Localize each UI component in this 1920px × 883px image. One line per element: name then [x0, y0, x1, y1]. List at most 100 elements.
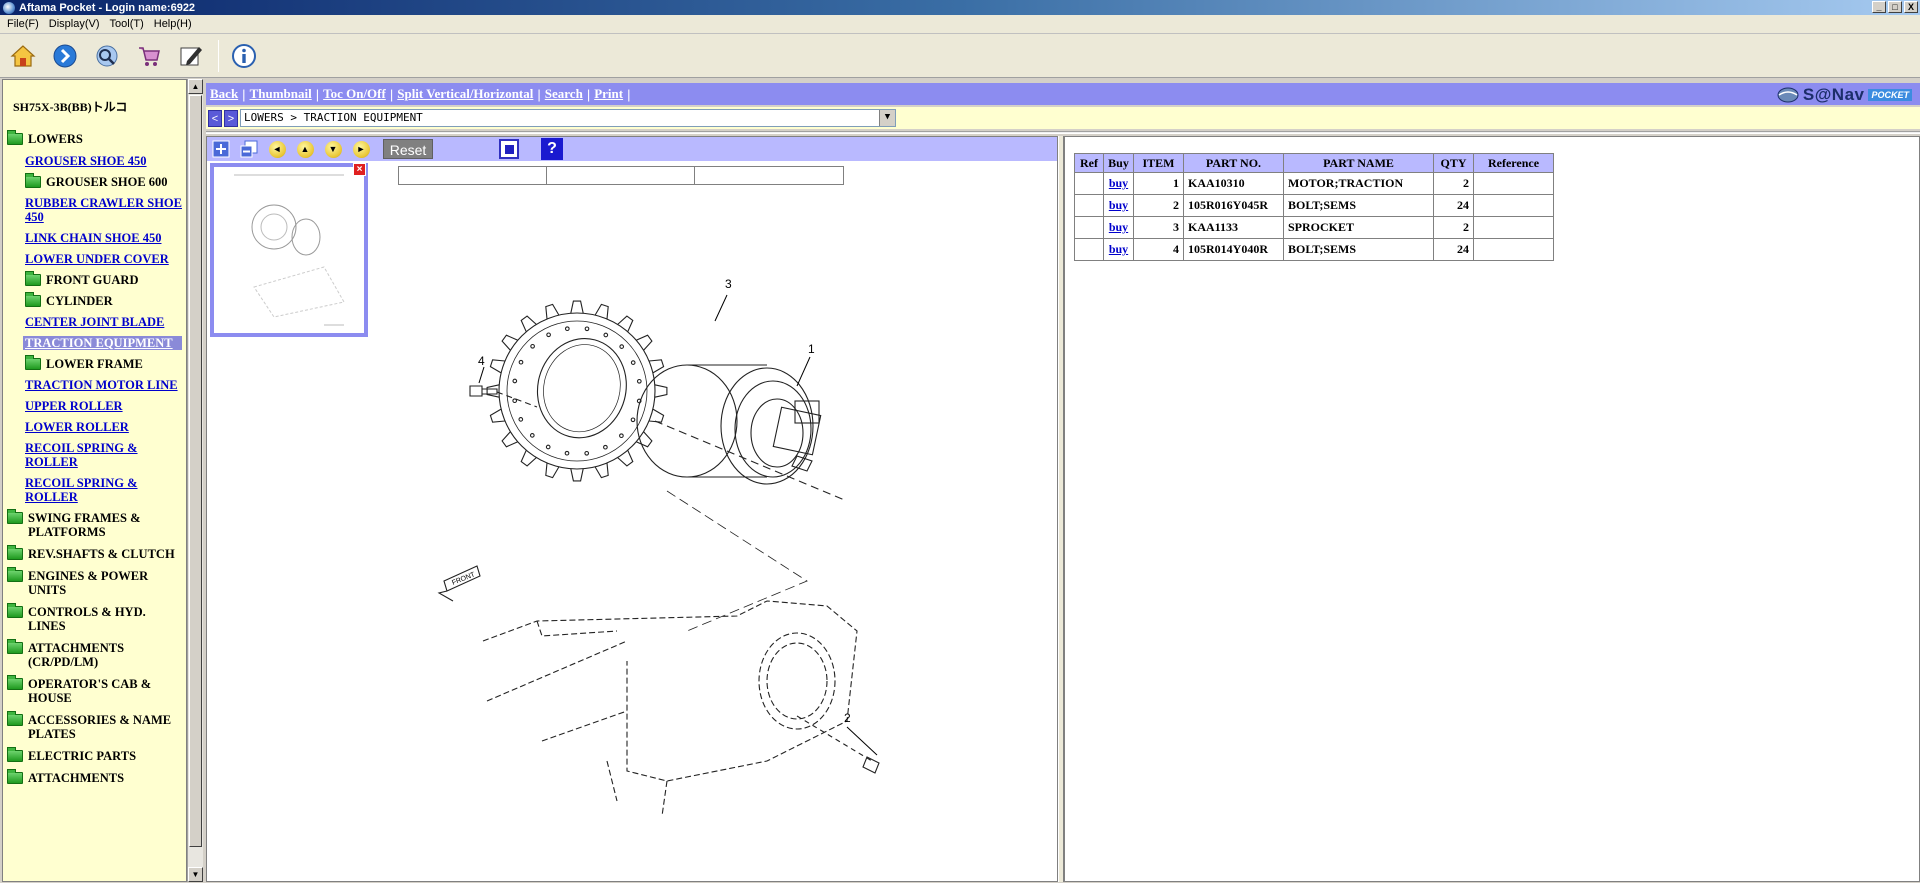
folder-icon	[7, 603, 23, 618]
callout-3[interactable]: 3	[725, 277, 732, 291]
folder-icon	[7, 769, 23, 784]
sprocket-part[interactable]	[486, 300, 668, 482]
menu-file[interactable]: File(F)	[2, 18, 44, 30]
col-item: ITEM	[1133, 153, 1184, 173]
bolt-4-part[interactable]	[469, 385, 538, 408]
zoom-out-button[interactable]	[239, 140, 259, 158]
part-name-cell: BOLT;SEMS	[1283, 238, 1434, 261]
toc-item-attachments-cr-pd-lm[interactable]: ATTACHMENTS (CR/PD/LM)	[3, 639, 186, 669]
traction-motor-part[interactable]	[636, 364, 822, 485]
toc-item-swing-frames-platforms[interactable]: SWING FRAMES & PLATFORMS	[3, 509, 186, 539]
pan-left-button[interactable]: ◄	[267, 140, 287, 158]
folder-icon	[25, 271, 41, 286]
toc-item-lower-under-cover[interactable]: LOWER UNDER COVER	[3, 252, 186, 266]
toc-item-cylinder[interactable]: CYLINDER	[3, 292, 186, 308]
buy-link[interactable]: buy	[1103, 216, 1134, 239]
bolt-2-part[interactable]	[796, 715, 880, 774]
pan-up-button[interactable]: ▲	[295, 140, 315, 158]
chevron-down-icon[interactable]: ▼	[879, 110, 895, 126]
exploded-parts-drawing[interactable]: FRONT 3 1 4 2	[207, 161, 1057, 881]
toc-item-label: SWING FRAMES & PLATFORMS	[28, 511, 141, 539]
toc-item-grouser-shoe-450[interactable]: GROUSER SHOE 450	[3, 154, 186, 168]
breadcrumb-select[interactable]: LOWERS > TRACTION EQUIPMENT ▼	[240, 109, 896, 127]
callout-2[interactable]: 2	[844, 711, 851, 725]
folder-icon	[25, 173, 41, 188]
home-button[interactable]	[8, 41, 38, 71]
scroll-thumb[interactable]	[189, 95, 202, 847]
toc-item-operator-s-cab-house[interactable]: OPERATOR'S CAB & HOUSE	[3, 675, 186, 705]
bolt-hole	[619, 433, 624, 439]
callout-1[interactable]: 1	[808, 342, 815, 356]
callout-4[interactable]: 4	[478, 354, 485, 368]
bolt-hole	[603, 332, 609, 338]
brand-name: S@Nav	[1802, 85, 1865, 104]
menu-tool[interactable]: Tool(T)	[105, 18, 149, 30]
menu-display[interactable]: Display(V)	[44, 18, 105, 30]
toc-item-rev-shafts-clutch[interactable]: REV.SHAFTS & CLUTCH	[3, 545, 186, 561]
toc-toggle-link[interactable]: Toc On/Off	[319, 86, 390, 102]
folder-icon	[7, 747, 23, 762]
toc-item-front-guard[interactable]: FRONT GUARD	[3, 271, 186, 287]
scroll-up-arrow[interactable]: ▲	[188, 79, 203, 94]
qty-cell: 24	[1433, 238, 1474, 261]
search-globe-button[interactable]	[92, 41, 122, 71]
forward-button[interactable]	[50, 41, 80, 71]
toc-item-lower-frame[interactable]: LOWER FRAME	[3, 355, 186, 371]
buy-link[interactable]: buy	[1103, 238, 1134, 261]
split-link[interactable]: Split Vertical/Horizontal	[393, 86, 537, 102]
bolt-hole	[584, 450, 590, 456]
toc-item-lowers[interactable]: LOWERS	[3, 130, 186, 146]
next-page-button[interactable]: >	[224, 109, 238, 127]
edit-button[interactable]	[176, 41, 206, 71]
prev-page-button[interactable]: <	[208, 109, 222, 127]
folder-icon	[7, 711, 23, 726]
sidebar-scrollbar[interactable]: ▲ ▼	[187, 79, 203, 882]
toc-item-engines-power-units[interactable]: ENGINES & POWER UNITS	[3, 567, 186, 597]
toc-item-recoil-spring-roller[interactable]: RECOIL SPRING & ROLLER	[3, 476, 186, 504]
reset-button[interactable]: Reset	[383, 139, 433, 159]
info-button[interactable]	[229, 41, 259, 71]
back-link[interactable]: Back	[206, 86, 242, 102]
breadcrumb-value: LOWERS > TRACTION EQUIPMENT	[244, 111, 423, 124]
toc-item-accessories-name-plates[interactable]: ACCESSORIES & NAME PLATES	[3, 711, 186, 741]
toc-item-attachments[interactable]: ATTACHMENTS	[3, 769, 186, 785]
toc-item-rubber-crawler-shoe-450[interactable]: RUBBER CRAWLER SHOE 450	[3, 196, 186, 224]
close-button[interactable]: X	[1904, 1, 1918, 13]
print-link[interactable]: Print	[590, 86, 627, 102]
toc-item-center-joint-blade[interactable]: CENTER JOINT BLADE	[3, 315, 186, 329]
toc-item-link-chain-shoe-450[interactable]: LINK CHAIN SHOE 450	[3, 231, 186, 245]
nav-link-bar: Back | Thumbnail | Toc On/Off | Split Verti…	[206, 83, 1920, 105]
table-row: buy 4 105R014Y040R BOLT;SEMS 24	[1074, 238, 1554, 261]
window-title: Aftama Pocket - Login name:6922	[19, 1, 196, 14]
folder-icon	[7, 639, 23, 654]
col-buy: Buy	[1103, 153, 1134, 173]
maximize-button[interactable]: □	[1888, 1, 1902, 13]
track-frame-part[interactable]	[482, 600, 858, 817]
toc-item-recoil-spring-roller[interactable]: RECOIL SPRING & ROLLER	[3, 441, 186, 469]
toc-item-controls-hyd-lines[interactable]: CONTROLS & HYD. LINES	[3, 603, 186, 633]
toc-item-electric-parts[interactable]: ELECTRIC PARTS	[3, 747, 186, 763]
zoom-in-button[interactable]	[211, 140, 231, 158]
toc-item-grouser-shoe-600[interactable]: GROUSER SHOE 600	[3, 173, 186, 189]
ref-cell	[1074, 194, 1104, 217]
cart-button[interactable]	[134, 41, 164, 71]
buy-link[interactable]: buy	[1103, 194, 1134, 217]
buy-link[interactable]: buy	[1103, 172, 1134, 195]
toc-item-traction-equipment[interactable]: TRACTION EQUIPMENT	[23, 336, 182, 350]
toolbar-separator	[218, 39, 219, 72]
search-link[interactable]: Search	[541, 86, 587, 102]
bolt-hole	[512, 378, 518, 384]
toc-item-traction-motor-line[interactable]: TRACTION MOTOR LINE	[3, 378, 186, 392]
thumbnail-link[interactable]: Thumbnail	[246, 86, 316, 102]
minimize-button[interactable]: _	[1872, 1, 1886, 13]
toc-item-lower-roller[interactable]: LOWER ROLLER	[3, 420, 186, 434]
pan-right-button[interactable]: ►	[351, 140, 371, 158]
fit-window-button[interactable]	[499, 139, 519, 159]
toc-item-upper-roller[interactable]: UPPER ROLLER	[3, 399, 186, 413]
folder-icon	[7, 675, 23, 690]
help-button[interactable]: ?	[541, 138, 563, 160]
item-cell: 4	[1133, 238, 1184, 261]
scroll-down-arrow[interactable]: ▼	[188, 867, 203, 882]
pan-down-button[interactable]: ▼	[323, 140, 343, 158]
menu-help[interactable]: Help(H)	[149, 18, 197, 30]
